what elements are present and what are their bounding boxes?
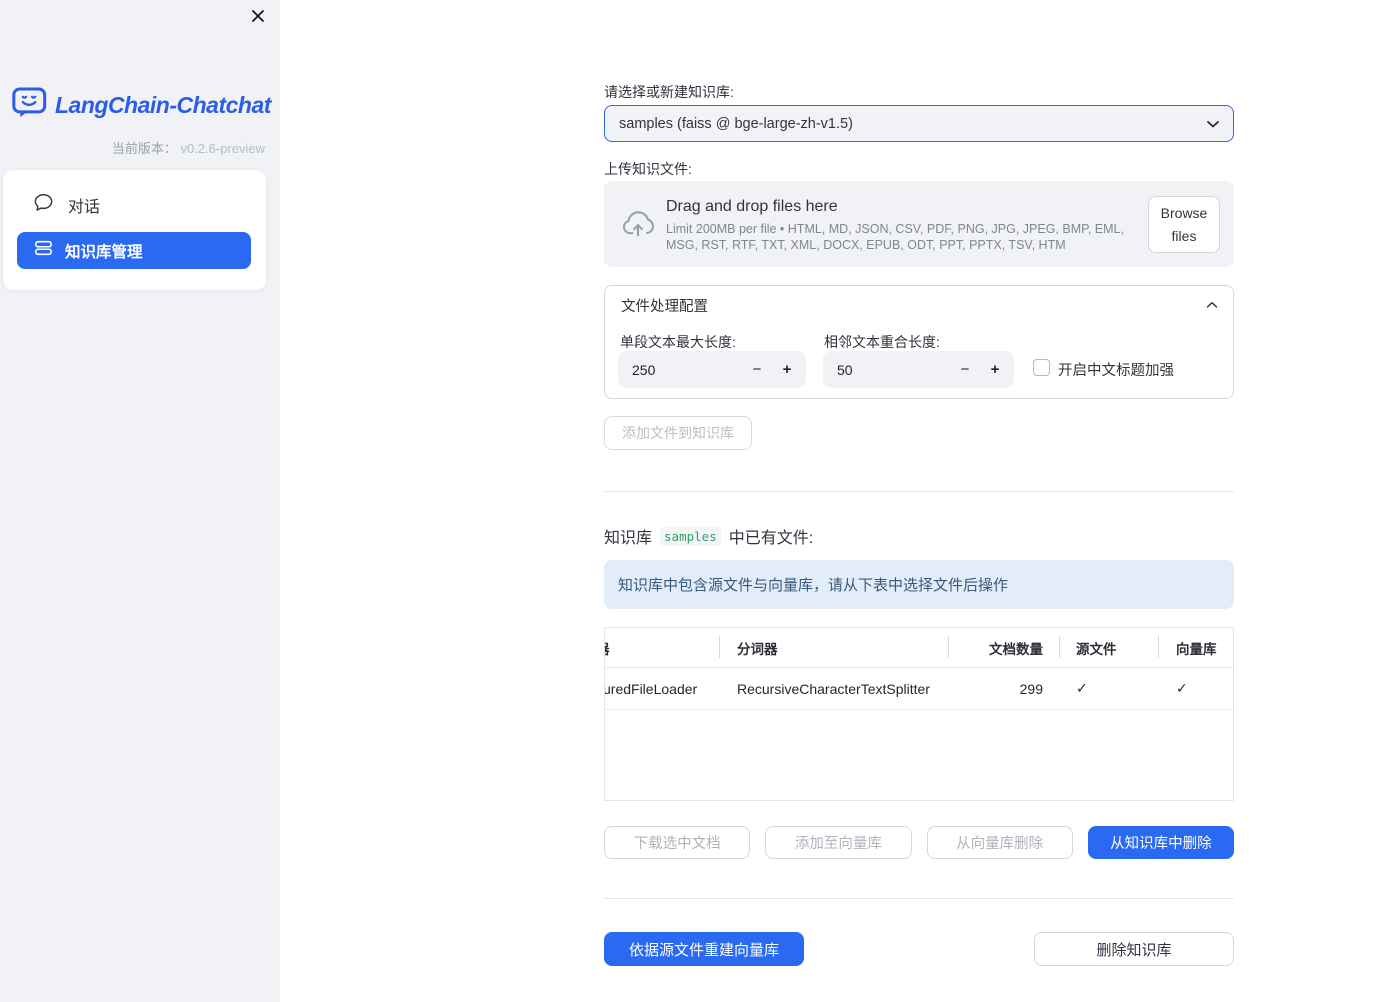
upload-label: 上传知识文件: [604, 161, 692, 177]
chevron-down-icon [1203, 114, 1223, 138]
kb-name-code: samples [660, 526, 721, 546]
cell-splitter: RecursiveCharacterTextSplitter [737, 680, 930, 697]
add-to-vector-store-button[interactable]: 添加至向量库 [765, 826, 912, 859]
sidebar-close-button[interactable] [243, 2, 273, 32]
sidebar: LangChain-Chatchat 当前版本： v0.2.6-preview … [0, 0, 280, 1002]
download-selected-button[interactable]: 下载选中文档 [604, 826, 751, 859]
chunk-size-input[interactable]: 250 − + [618, 351, 806, 388]
sidebar-item-knowledge-base[interactable]: 知识库管理 [17, 232, 251, 269]
chevron-up-icon [1203, 296, 1221, 318]
close-icon [250, 8, 266, 27]
info-banner-text: 知识库中包含源文件与向量库，请从下表中选择文件后操作 [618, 577, 1009, 594]
knowledge-base-icon [34, 239, 53, 262]
existing-suffix: 中已有文件: [728, 530, 814, 547]
chunk-size-decrement-button[interactable]: − [742, 351, 772, 388]
cell-loader: uredFileLoader [605, 680, 698, 697]
main-content: 请选择或新建知识库: samples (faiss @ bge-large-zh… [604, 0, 1234, 1002]
expander-title: 文件处理配置 [621, 298, 708, 315]
zh-title-enhance-label: 开启中文标题加强 [1058, 363, 1174, 379]
expander-header[interactable]: 文件处理配置 [605, 286, 1233, 324]
table-header-vector-store: 向量库 [1158, 635, 1233, 658]
chunk-size-label: 单段文本最大长度: [620, 334, 736, 350]
sidebar-item-dialogue[interactable]: 对话 [33, 188, 100, 222]
chunk-size-value: 250 [632, 361, 656, 378]
existing-files-heading: 知识库 samples 中已有文件: [604, 524, 813, 548]
table-header-source-file: 源文件 [1059, 635, 1158, 658]
existing-prefix: 知识库 [604, 530, 653, 547]
table-row[interactable]: uredFileLoader RecursiveCharacterTextSpl… [605, 668, 1233, 710]
app-title: LangChain-Chatchat [55, 92, 271, 118]
overlap-size-label: 相邻文本重合长度: [824, 334, 940, 350]
app-logo: LangChain-Chatchat [12, 87, 271, 124]
chat-bubble-icon [33, 192, 54, 218]
info-banner: 知识库中包含源文件与向量库，请从下表中选择文件后操作 [604, 560, 1234, 609]
file-config-expander: 文件处理配置 单段文本最大长度: 相邻文本重合长度: 250 − + 50 − … [604, 285, 1234, 399]
delete-from-vector-store-button[interactable]: 从向量库删除 [926, 826, 1073, 859]
dropzone-limit-text: Limit 200MB per file • HTML, MD, JSON, C… [666, 222, 1124, 252]
delete-kb-button[interactable]: 删除知识库 [1034, 932, 1234, 966]
rebuild-vector-store-button[interactable]: 依据源文件重建向量库 [604, 932, 804, 966]
version-text: 当前版本： v0.2.6-preview [112, 138, 265, 157]
sidebar-item-label: 知识库管理 [65, 243, 143, 261]
add-files-to-kb-button[interactable]: 添加文件到知识库 [604, 416, 752, 450]
table-header-doc-count: 文档数量 [948, 635, 1059, 658]
dropzone-texts: Drag and drop files here Limit 200MB per… [666, 198, 1140, 253]
kb-selectbox[interactable]: samples (faiss @ bge-large-zh-v1.5) [604, 105, 1234, 142]
table-header-splitter: 分词器 [719, 635, 948, 658]
table-header-loader: 器 [605, 638, 719, 658]
sidebar-item-label: 对话 [68, 199, 101, 216]
chunk-size-increment-button[interactable]: + [772, 351, 802, 388]
file-dropzone[interactable]: Drag and drop files here Limit 200MB per… [604, 181, 1234, 267]
cell-doc-count: 299 [1019, 680, 1043, 697]
version-label: 当前版本： [111, 141, 177, 156]
overlap-size-value: 50 [837, 361, 853, 378]
browse-files-button[interactable]: Browse files [1148, 196, 1220, 253]
sidebar-menu: 对话 知识库管理 [3, 170, 266, 290]
chat-logo-icon [12, 87, 47, 124]
dropzone-title: Drag and drop files here [666, 198, 838, 215]
overlap-size-decrement-button[interactable]: − [950, 351, 980, 388]
zh-title-enhance-checkbox[interactable] [1033, 359, 1050, 376]
overlap-size-input[interactable]: 50 − + [823, 351, 1014, 388]
version-value: v0.2.6-preview [180, 141, 265, 156]
cloud-upload-icon [619, 209, 657, 244]
cell-vector-store-check: ✓ [1176, 680, 1188, 696]
divider [604, 491, 1234, 492]
cell-source-file-check: ✓ [1076, 680, 1088, 696]
overlap-size-increment-button[interactable]: + [980, 351, 1010, 388]
files-table: 器 分词器 文档数量 源文件 向量库 uredFileLoader Recurs… [604, 627, 1234, 801]
table-action-buttons: 下载选中文档 添加至向量库 从向量库删除 从知识库中删除 [604, 826, 1234, 859]
table-header-row: 器 分词器 文档数量 源文件 向量库 [605, 628, 1233, 668]
divider [604, 898, 1234, 899]
delete-from-kb-button[interactable]: 从知识库中删除 [1087, 826, 1234, 859]
kb-select-label: 请选择或新建知识库: [604, 84, 734, 100]
kb-selectbox-value: samples (faiss @ bge-large-zh-v1.5) [619, 115, 853, 132]
